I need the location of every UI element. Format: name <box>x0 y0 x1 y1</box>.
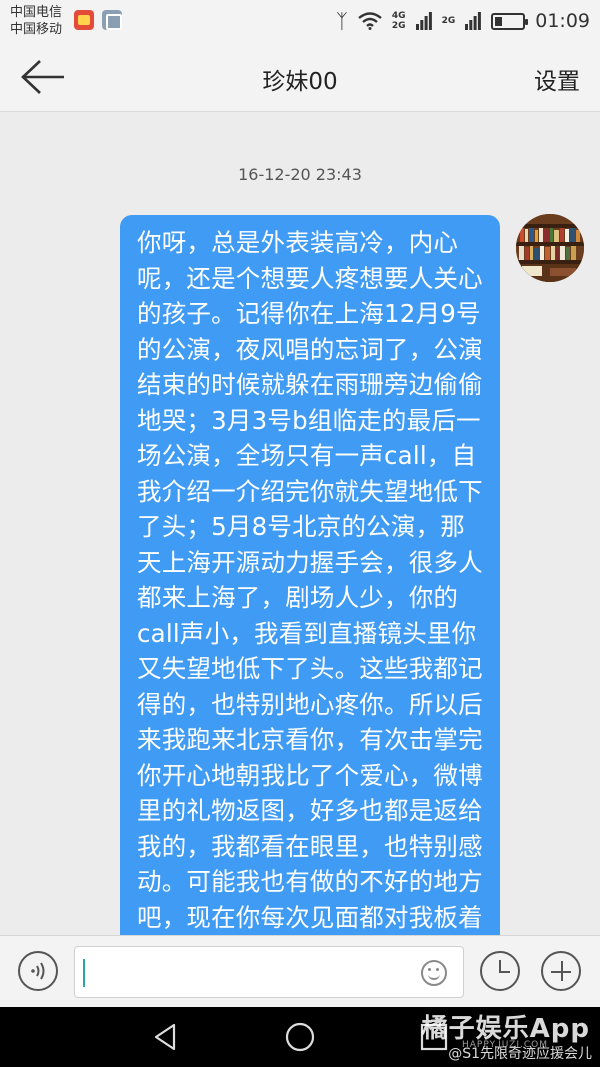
status-clock: 01:09 <box>535 10 590 32</box>
network-type-2: 2G <box>442 16 456 26</box>
network-type-1: 4G 2G <box>392 11 406 31</box>
message-list[interactable]: 16-12-20 23:43 你呀，总是外表装高冷，内心呢，还是个想要人疼想要人… <box>0 113 600 935</box>
message-timestamp: 16-12-20 23:43 <box>238 165 362 184</box>
carrier-2-label: 中国移动 <box>10 22 63 37</box>
status-bar: 中国电信 中国移动 ᛉ 4G 2G 2G 01:09 <box>0 0 600 42</box>
carrier-1-label: 中国电信 <box>10 5 63 20</box>
voice-input-button[interactable] <box>18 951 58 991</box>
status-indicators: ᛉ 4G 2G 2G 01:09 <box>336 0 590 42</box>
settings-button[interactable]: 设置 <box>534 62 580 96</box>
network-label-top: 4G <box>391 11 406 21</box>
carrier-info: 中国电信 中国移动 <box>10 4 62 38</box>
nav-back-icon[interactable] <box>150 1021 182 1053</box>
signal-strength-2-icon <box>465 12 482 30</box>
battery-level-fill <box>495 16 503 26</box>
chat-title: 珍妹00 <box>262 69 338 95</box>
message-text-input[interactable] <box>74 946 464 998</box>
battery-icon <box>491 12 529 30</box>
network-label-2: 2G <box>441 16 456 26</box>
wifi-icon <box>358 12 382 30</box>
signal-strength-1-icon <box>415 12 432 30</box>
chat-header: 珍妹00 设置 <box>0 42 600 112</box>
app-notification-icon <box>74 10 94 30</box>
bluetooth-icon: ᛉ <box>335 9 348 33</box>
nav-home-icon[interactable] <box>284 1021 316 1053</box>
message-input-bar <box>0 935 600 1007</box>
watermark-handle: @S1先限奇迹应援会儿 <box>448 1046 592 1062</box>
gallery-notification-icon <box>102 10 122 30</box>
network-label-bottom: 2G <box>391 21 406 31</box>
emoji-icon[interactable] <box>421 960 447 986</box>
text-cursor <box>83 959 85 987</box>
clock-icon[interactable] <box>480 951 520 991</box>
bookshelf-avatar-image <box>516 214 584 282</box>
avatar[interactable] <box>516 214 584 282</box>
sent-message-bubble[interactable]: 你呀，总是外表装高冷，内心呢，还是个想要人疼想要人关心的孩子。记得你在上海12月… <box>120 215 500 935</box>
plus-icon[interactable] <box>541 951 581 991</box>
voice-wave-icon <box>31 962 45 980</box>
